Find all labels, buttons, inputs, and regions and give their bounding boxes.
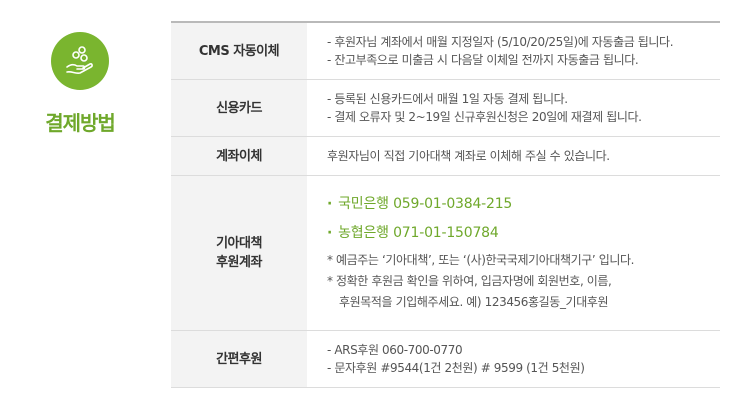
row-label-cms: CMS 자동이체: [171, 23, 307, 79]
account-label-2: 후원계좌: [216, 255, 262, 270]
row-content-cms: - 후원자님 계좌에서 매월 지정일자 (5/10/20/25일)에 자동출금 …: [307, 23, 720, 79]
hand-coins-icon: [66, 46, 93, 75]
card-line-1: - 등록된 신용카드에서 매월 1일 자동 결제 됩니다.: [327, 92, 568, 106]
account-note-2a: * 정확한 후원금 확인을 위하여, 입금자명에 회원번호, 이름,: [327, 274, 612, 288]
payment-method-table: CMS 자동이체 - 후원자님 계좌에서 매월 지정일자 (5/10/20/25…: [171, 21, 720, 388]
bullet-icon: ·: [327, 196, 333, 212]
row-content-account: · 국민은행 059-01-0384-215 · 농협은행 071-01-15078…: [307, 176, 720, 330]
row-label-transfer: 계좌이체: [171, 137, 307, 175]
bank-account-nh: · 농협은행 071-01-150784: [327, 224, 720, 242]
account-label-1: 기아대책: [216, 236, 262, 251]
bank-account-kb: · 국민은행 059-01-0384-215: [327, 195, 720, 213]
row-label-easy: 간편후원: [171, 331, 307, 387]
account-note-1: * 예금주는 ‘기아대책’, 또는 ‘(사)한국국제기아대책기구’ 입니다.: [327, 253, 635, 267]
bullet-icon: ·: [327, 225, 333, 241]
table-row-transfer: 계좌이체 후원자님이 직접 기아대책 계좌로 이체해 주실 수 있습니다.: [171, 137, 720, 176]
payment-method-sidebar: 결제방법: [0, 0, 170, 409]
bank-account-nh-text: 농협은행 071-01-150784: [338, 225, 499, 241]
row-content-easy: - ARS후원 060-700-0770 - 문자후원 #9544(1건 2천원…: [307, 331, 720, 387]
row-label-account: 기아대책 후원계좌: [171, 176, 307, 330]
table-row-easy: 간편후원 - ARS후원 060-700-0770 - 문자후원 #9544(1…: [171, 331, 720, 388]
account-note-2b: 후원목적을 기입해주세요. 예) 123456홍길동_기대후원: [339, 295, 609, 309]
easy-line-2: - 문자후원 #9544(1건 2천원) # 9599 (1건 5천원): [327, 361, 585, 375]
transfer-text: 후원자님이 직접 기아대책 계좌로 이체해 주실 수 있습니다.: [327, 149, 610, 163]
table-row-cms: CMS 자동이체 - 후원자님 계좌에서 매월 지정일자 (5/10/20/25…: [171, 23, 720, 80]
row-content-transfer: 후원자님이 직접 기아대책 계좌로 이체해 주실 수 있습니다.: [307, 137, 720, 175]
table-row-account: 기아대책 후원계좌 · 국민은행 059-01-0384-215 · 농협은행 07…: [171, 176, 720, 331]
bank-account-kb-text: 국민은행 059-01-0384-215: [338, 196, 513, 212]
card-line-2: - 결제 오류자 및 2~19일 신규후원신청은 20일에 재결제 됩니다.: [327, 110, 642, 124]
easy-line-1: - ARS후원 060-700-0770: [327, 343, 463, 357]
table-row-card: 신용카드 - 등록된 신용카드에서 매월 1일 자동 결제 됩니다. - 결제 …: [171, 80, 720, 137]
row-label-card: 신용카드: [171, 80, 307, 136]
cms-line-2: - 잔고부족으로 미출금 시 다음달 이체일 전까지 자동출금 됩니다.: [327, 53, 639, 67]
payment-method-title: 결제방법: [45, 111, 116, 135]
payment-method-badge: [51, 32, 109, 90]
row-content-card: - 등록된 신용카드에서 매월 1일 자동 결제 됩니다. - 결제 오류자 및…: [307, 80, 720, 136]
cms-line-1: - 후원자님 계좌에서 매월 지정일자 (5/10/20/25일)에 자동출금 …: [327, 35, 674, 49]
